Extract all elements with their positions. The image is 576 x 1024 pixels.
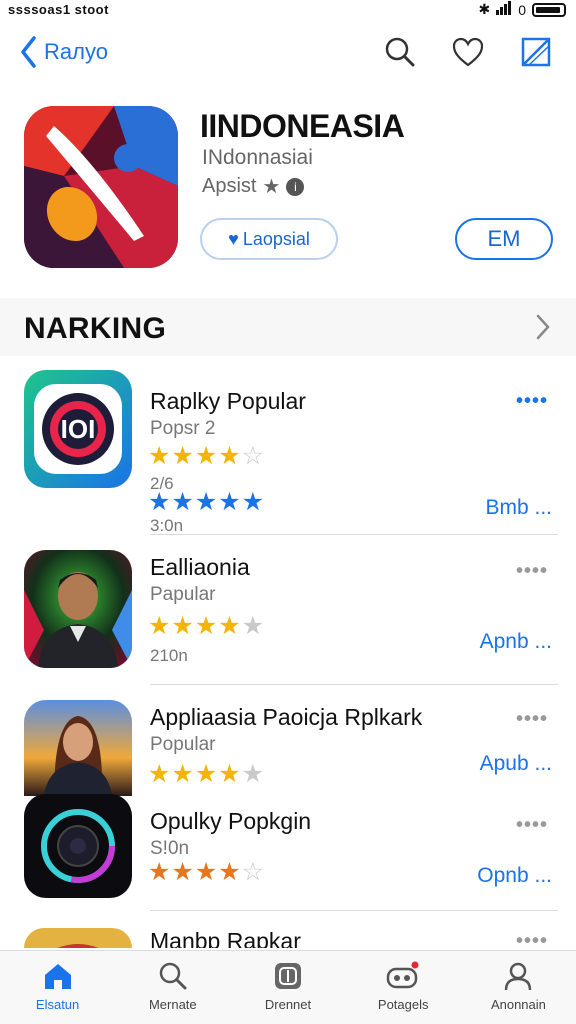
search-icon [159, 962, 187, 990]
star-icon: ★ [262, 176, 281, 198]
app-icon: IOI [24, 370, 132, 488]
status-icons: ✱ 0 [478, 1, 566, 18]
signal-icon [496, 1, 512, 18]
status-text: ssssoas1 stoot [8, 2, 109, 17]
tab-label: Mernate [148, 997, 197, 1012]
list-item[interactable]: IOI Raplky Popular Popsr 2 ★★★★☆ 2/6 ★★★… [0, 370, 576, 546]
tab-search[interactable]: Mernate [115, 951, 230, 1024]
app-icon [24, 928, 132, 948]
star-rating: ★★★★★ [148, 760, 266, 788]
app-icon [24, 550, 132, 668]
list-item[interactable]: Ealliaonia Papular ★★★★★ 210n •••• Apnb … [0, 550, 576, 680]
get-label: EM [487, 226, 521, 251]
tab-profile[interactable]: Anonnain [461, 951, 576, 1024]
list-item[interactable]: Opulky Popkgin S!0n ★★★★☆ •••• Opnb ... [0, 794, 576, 904]
section-header[interactable]: NARKING [0, 298, 576, 356]
tab-apps[interactable]: Drennet [230, 951, 345, 1024]
loved-button[interactable]: ♥ Laopsial [200, 218, 338, 260]
tab-label: Anonnain [490, 997, 546, 1012]
app-hero: IINDONEASIA INdonnasiai Apsist ★ i ♥ Lao… [0, 106, 576, 276]
divider [150, 910, 558, 911]
nav-bar: Rалуо [0, 28, 576, 84]
status-bar: ssssoas1 stoot ✱ 0 [0, 0, 576, 20]
action-link[interactable]: Apnb ... [480, 630, 552, 654]
share-icon[interactable] [520, 36, 552, 68]
loved-label: Laopsial [242, 228, 310, 249]
app-category: Popular [150, 734, 216, 755]
more-icon[interactable]: •••• [516, 814, 548, 837]
chevron-left-icon [21, 36, 36, 68]
chevron-right-icon[interactable] [536, 314, 550, 345]
get-button[interactable]: EM [455, 218, 553, 260]
action-link[interactable]: Bmb ... [485, 496, 552, 520]
tab-bar: Elsatun Mernate Drennet Potagels Anonnai… [0, 950, 576, 1024]
action-link[interactable]: Opnb ... [477, 864, 552, 888]
app-icon [24, 794, 132, 898]
app-name: Manbp Rapkar [150, 928, 301, 948]
ranking-list: IOI Raplky Popular Popsr 2 ★★★★☆ 2/6 ★★★… [0, 356, 576, 948]
app-icon [24, 106, 178, 268]
app-rating: Apsist ★ i [202, 174, 305, 199]
heart-check-icon: ♥ [228, 228, 239, 249]
app-name: Opulky Popkgin [150, 808, 312, 834]
list-item[interactable]: Appliaasia Paoicja Rplkark Popular ★★★★★… [0, 700, 576, 796]
apps-icon [275, 963, 301, 989]
app-title: IINDONEASIA [200, 108, 405, 144]
app-name: Raplky Popular [150, 388, 306, 414]
profile-icon [505, 962, 532, 991]
app-subtitle: INdonnasiai [202, 146, 313, 169]
app-icon [24, 700, 132, 796]
app-name: Ealliaonia [150, 554, 250, 580]
app-detail: 3:0n [150, 516, 184, 535]
tab-label: Drennet [264, 997, 312, 1012]
app-category: Papular [150, 584, 216, 605]
home-icon [44, 964, 71, 989]
rating-label: Apsist [202, 175, 257, 197]
app-category: Popsr 2 [150, 418, 216, 439]
more-icon[interactable]: •••• [516, 708, 548, 731]
star-rating: ★★★★☆ [148, 858, 266, 886]
tab-games[interactable]: Potagels [346, 951, 461, 1024]
more-icon[interactable]: •••• [516, 560, 548, 583]
divider [150, 684, 558, 685]
action-link[interactable]: Apub ... [480, 752, 552, 776]
games-icon [386, 961, 419, 989]
search-icon[interactable] [384, 36, 416, 68]
tab-home[interactable]: Elsatun [0, 951, 115, 1024]
tab-label: Elsatun [35, 997, 80, 1012]
back-label: Rалуо [44, 39, 108, 64]
divider [150, 534, 558, 535]
heart-icon[interactable] [452, 37, 484, 67]
star-rating: ★★★★★ [148, 612, 266, 640]
app-name: Appliaasia Paoicja Rplkark [150, 704, 423, 730]
app-category: S!0n [150, 838, 190, 859]
more-icon[interactable]: •••• [516, 930, 548, 948]
star-rating-secondary: ★★★★★ [148, 488, 266, 516]
list-item[interactable]: Manbp Rapkar •••• [0, 926, 576, 948]
svg-text:IOI: IOI [61, 414, 96, 444]
app-size: 210n [150, 646, 188, 665]
bluetooth-icon: ✱ [478, 1, 491, 17]
tab-label: Potagels [377, 997, 429, 1012]
section-title: NARKING [24, 312, 167, 345]
star-rating: ★★★★☆ [148, 442, 266, 470]
more-icon[interactable]: •••• [516, 390, 548, 413]
battery-icon [532, 2, 566, 17]
info-icon[interactable]: i [286, 177, 305, 196]
signal-text: 0 [518, 1, 526, 18]
back-button[interactable]: Rалуо [20, 36, 108, 68]
